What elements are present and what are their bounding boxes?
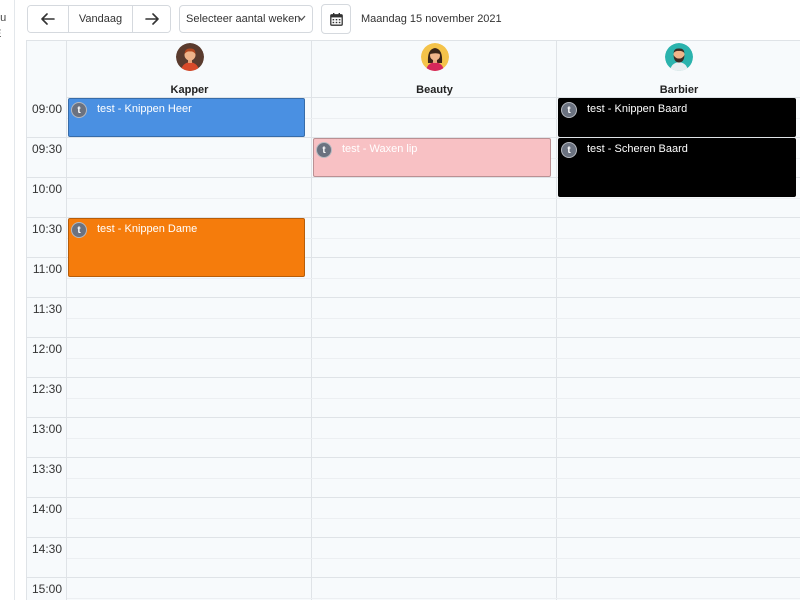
current-date-label: Maandag 15 november 2021 <box>361 13 502 25</box>
arrow-left-icon <box>41 13 55 25</box>
slot-divider <box>67 457 800 458</box>
event-initial-badge: t <box>71 102 87 118</box>
bearded-man-avatar-icon <box>665 43 693 71</box>
sub-slot-divider <box>67 278 800 279</box>
next-button[interactable] <box>132 6 170 32</box>
slot-divider <box>67 297 800 298</box>
time-divider <box>27 497 67 498</box>
appointment-event[interactable]: t test - Knippen Heer <box>68 98 305 137</box>
calendar-icon <box>329 12 343 26</box>
event-title: test - Waxen lip <box>342 143 418 155</box>
resource-header-barbier[interactable]: Barbier <box>557 41 800 98</box>
slot-divider <box>67 377 800 378</box>
sub-slot-divider <box>67 398 800 399</box>
sub-slot-divider <box>67 198 800 199</box>
time-label: 12:00 <box>31 342 62 356</box>
appointment-event[interactable]: t test - Knippen Baard <box>558 98 796 137</box>
time-divider <box>27 217 67 218</box>
time-label: 09:30 <box>31 142 62 156</box>
event-title: test - Knippen Dame <box>97 223 198 235</box>
time-divider <box>27 337 67 338</box>
time-divider <box>27 457 67 458</box>
time-divider <box>27 417 67 418</box>
slot-divider <box>67 537 800 538</box>
calendar-toolbar: Vandaag Selecteer aantal weken Maandag 1… <box>27 4 502 34</box>
event-initial-badge: t <box>316 142 332 158</box>
previous-button[interactable] <box>28 6 68 32</box>
today-button[interactable]: Vandaag <box>68 6 132 32</box>
time-label: 10:00 <box>31 182 62 196</box>
sidebar-menu-fragment[interactable]: nu <box>0 12 6 24</box>
time-label: 14:30 <box>31 542 62 556</box>
chevron-down-icon <box>297 15 306 21</box>
event-initial-badge: t <box>71 222 87 238</box>
time-divider <box>27 297 67 298</box>
time-divider <box>27 537 67 538</box>
slot-divider <box>67 577 800 578</box>
resource-header-beauty[interactable]: Beauty <box>312 41 557 98</box>
woman-avatar-icon <box>420 43 449 71</box>
time-divider <box>27 137 67 138</box>
event-initial-badge: t <box>561 102 577 118</box>
resource-name-kapper: Kapper <box>170 84 209 96</box>
resource-header-row: Kapper Beauty Barbier <box>67 41 800 98</box>
man-avatar-icon <box>175 43 204 71</box>
time-label: 11:00 <box>32 262 62 276</box>
appointment-event[interactable]: t test - Scheren Baard <box>558 138 796 197</box>
time-label: 13:00 <box>31 422 62 436</box>
resource-name-barbier: Barbier <box>659 84 699 96</box>
slot-divider <box>67 417 800 418</box>
event-title: test - Knippen Heer <box>97 103 192 115</box>
time-label: 12:30 <box>31 382 62 396</box>
resource-calendar: 09:00 09:30 10:00 10:30 11:00 11:30 12:00 12:30… <box>26 40 800 600</box>
time-divider <box>27 377 67 378</box>
navigation-button-group: Vandaag <box>27 5 171 33</box>
sub-slot-divider <box>67 318 800 319</box>
sub-slot-divider <box>67 598 800 599</box>
time-label: 11:30 <box>32 302 62 316</box>
calendar-picker-button[interactable] <box>321 4 351 34</box>
sidebar-menu-fragment-2[interactable]: E <box>0 28 1 40</box>
weeks-select-label: Selecteer aantal weken <box>186 13 301 25</box>
time-divider <box>27 177 67 178</box>
column-divider <box>311 41 312 600</box>
slot-divider <box>67 497 800 498</box>
column-divider <box>556 41 557 600</box>
arrow-right-icon <box>144 13 159 25</box>
sub-slot-divider <box>67 478 800 479</box>
weeks-select[interactable]: Selecteer aantal weken <box>179 5 313 33</box>
time-grid[interactable]: t test - Knippen Heer t test - Knippen Dame… <box>67 41 800 600</box>
time-divider <box>27 577 67 578</box>
time-label: 09:00 <box>31 102 62 116</box>
time-label: 10:30 <box>31 222 62 236</box>
sub-slot-divider <box>67 518 800 519</box>
slot-divider <box>67 337 800 338</box>
event-initial-badge: t <box>561 142 577 158</box>
event-title: test - Knippen Baard <box>587 103 688 115</box>
resource-name-beauty: Beauty <box>416 84 453 96</box>
appointment-event[interactable]: t test - Waxen lip <box>313 138 551 177</box>
time-divider <box>27 257 67 258</box>
sub-slot-divider <box>67 558 800 559</box>
time-label: 13:30 <box>31 462 62 476</box>
sub-slot-divider <box>67 438 800 439</box>
resource-header-kapper[interactable]: Kapper <box>67 41 312 98</box>
sub-slot-divider <box>67 358 800 359</box>
appointment-event[interactable]: t test - Knippen Dame <box>68 218 305 277</box>
time-label: 14:00 <box>31 502 62 516</box>
time-label: 15:00 <box>31 582 62 596</box>
left-sidebar: nu E <box>0 0 15 600</box>
time-column: 09:00 09:30 10:00 10:30 11:00 11:30 12:00 12:30… <box>27 41 67 600</box>
event-title: test - Scheren Baard <box>587 143 688 155</box>
